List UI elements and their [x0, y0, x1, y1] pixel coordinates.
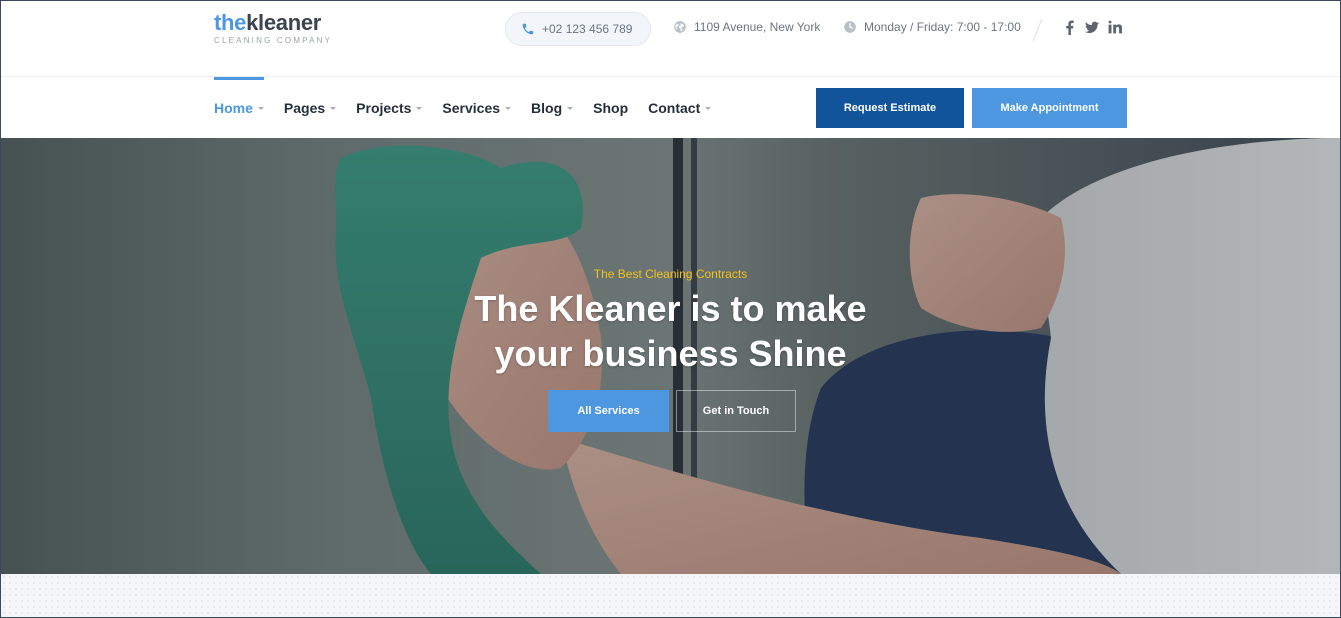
hero-title-line-1: The Kleaner is to make — [474, 288, 867, 329]
address-text: 1109 Avenue, New York — [694, 20, 821, 34]
hero-title: The Kleaner is to make your business Shi… — [1, 286, 1340, 376]
nav-item-label: Blog — [531, 100, 563, 116]
chevron-down-icon — [705, 107, 712, 110]
site-logo[interactable]: thekleaner CLEANING COMPANY — [214, 11, 332, 46]
nav-item-label: Projects — [356, 100, 412, 116]
nav-menu: Home Pages Projects Services Blog Shop C… — [214, 77, 731, 138]
nav-item-blog[interactable]: Blog — [531, 78, 574, 138]
nav-item-shop[interactable]: Shop — [593, 78, 628, 138]
nav-item-label: Pages — [283, 100, 326, 116]
hours-info: Monday / Friday: 7:00 - 17:00 — [843, 20, 1021, 34]
nav-item-label: Shop — [593, 100, 629, 116]
address-info: 1109 Avenue, New York — [673, 20, 820, 34]
hero-tagline: The Best Cleaning Contracts — [593, 267, 748, 281]
hours-text: Monday / Friday: 7:00 - 17:00 — [864, 20, 1021, 34]
clock-icon — [844, 21, 856, 33]
hero-banner: The Best Cleaning Contracts The Kleaner … — [1, 138, 1340, 574]
chevron-down-icon — [505, 107, 512, 110]
top-info-bar: thekleaner CLEANING COMPANY +02 123 456 … — [1, 1, 1340, 77]
phone-icon — [522, 23, 534, 35]
nav-item-contact[interactable]: Contact — [648, 78, 712, 138]
phone-pill[interactable]: +02 123 456 789 — [505, 12, 651, 46]
facebook-icon[interactable] — [1062, 19, 1076, 35]
chevron-down-icon — [416, 107, 423, 110]
divider — [1032, 18, 1043, 42]
logo-wordmark: thekleaner — [214, 10, 322, 35]
twitter-icon[interactable] — [1085, 19, 1099, 35]
hero-content: The Best Cleaning Contracts The Kleaner … — [1, 138, 1340, 574]
linkedin-icon[interactable] — [1108, 19, 1122, 35]
main-navigation: Home Pages Projects Services Blog Shop C… — [1, 77, 1340, 138]
phone-number: +02 123 456 789 — [542, 22, 633, 36]
globe-icon — [674, 21, 686, 33]
nav-item-home[interactable]: Home — [214, 77, 264, 138]
chevron-down-icon — [567, 107, 574, 110]
nav-item-projects[interactable]: Projects — [356, 78, 423, 138]
all-services-button[interactable]: All Services — [548, 390, 669, 432]
chevron-down-icon — [257, 107, 264, 110]
hero-title-line-2: your business Shine — [494, 333, 847, 374]
nav-item-label: Services — [442, 100, 501, 116]
nav-item-label: Home — [214, 100, 253, 116]
request-estimate-button[interactable]: Request Estimate — [816, 88, 964, 128]
nav-item-services[interactable]: Services — [442, 78, 512, 138]
get-in-touch-button[interactable]: Get in Touch — [676, 390, 796, 432]
nav-item-pages[interactable]: Pages — [283, 78, 337, 138]
make-appointment-button[interactable]: Make Appointment — [972, 88, 1127, 128]
logo-tagline: CLEANING COMPANY — [214, 36, 333, 45]
nav-item-label: Contact — [648, 100, 701, 116]
chevron-down-icon — [330, 107, 337, 110]
section-background-map-pattern — [1, 574, 1340, 617]
social-links — [1062, 19, 1122, 35]
